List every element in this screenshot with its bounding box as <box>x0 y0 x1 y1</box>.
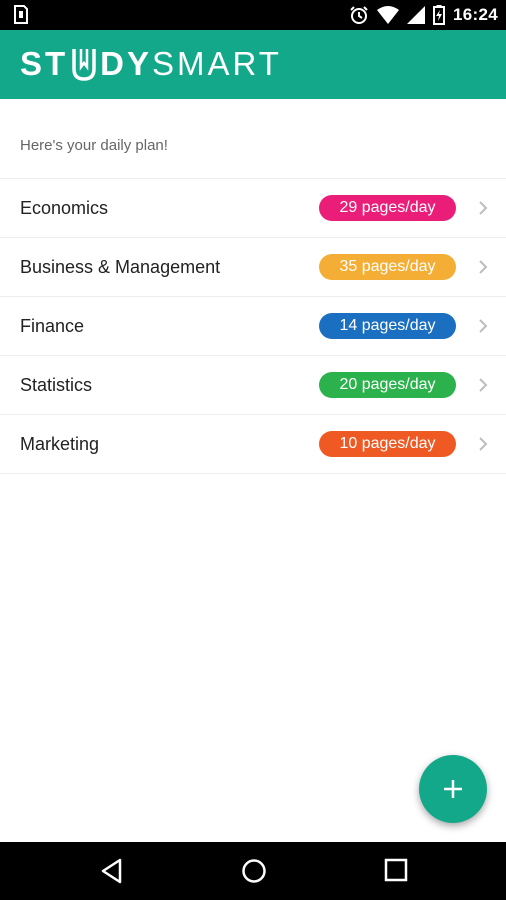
app-logo: ST DY SMART <box>20 44 282 84</box>
chevron-right-icon <box>479 378 488 392</box>
wifi-icon <box>377 6 400 24</box>
logo-text-smart: SMART <box>152 45 282 82</box>
chevron-right-icon <box>479 319 488 333</box>
chevron-right-icon <box>479 260 488 274</box>
chevron-right-icon <box>479 201 488 215</box>
book-bookmark-icon <box>72 49 96 81</box>
sim-card-icon <box>14 5 28 24</box>
subject-label: Business & Management <box>20 257 221 277</box>
pages-per-day-badge: 14 pages/day <box>319 313 456 339</box>
subject-label: Finance <box>20 316 85 336</box>
alarm-icon <box>350 6 368 24</box>
list-item-marketing[interactable]: Marketing 10 pages/day <box>0 415 506 474</box>
battery-icon <box>433 5 446 25</box>
status-bar: 16:24 <box>0 0 506 30</box>
app-bar: ST DY SMART <box>0 30 506 99</box>
chevron-right-icon <box>479 437 488 451</box>
back-icon[interactable] <box>100 858 124 884</box>
system-nav-bar <box>0 842 506 900</box>
recents-icon[interactable] <box>384 858 408 882</box>
plan-list: Economics 29 pages/day Business & Manage… <box>0 178 506 474</box>
logo-text-dy: DY <box>100 45 153 82</box>
daily-plan-subtitle: Here's your daily plan! <box>20 137 168 154</box>
list-item-economics[interactable]: Economics 29 pages/day <box>0 179 506 238</box>
logo-text-st: ST <box>20 45 69 82</box>
subject-label: Economics <box>20 198 109 218</box>
list-item-statistics[interactable]: Statistics 20 pages/day <box>0 356 506 415</box>
list-item-business-management[interactable]: Business & Management 35 pages/day <box>0 238 506 297</box>
list-item-finance[interactable]: Finance 14 pages/day <box>0 297 506 356</box>
pages-per-day-badge: 35 pages/day <box>319 254 456 280</box>
subject-label: Marketing <box>20 434 100 454</box>
status-time: 16:24 <box>453 5 498 24</box>
pages-per-day-badge: 29 pages/day <box>319 195 456 221</box>
pages-per-day-badge: 20 pages/day <box>319 372 456 398</box>
subject-label: Statistics <box>20 375 93 395</box>
plus-icon <box>444 780 462 798</box>
signal-icon <box>407 6 426 24</box>
pages-per-day-badge: 10 pages/day <box>319 431 456 457</box>
home-icon[interactable] <box>241 858 267 884</box>
add-subject-button[interactable] <box>419 755 487 823</box>
